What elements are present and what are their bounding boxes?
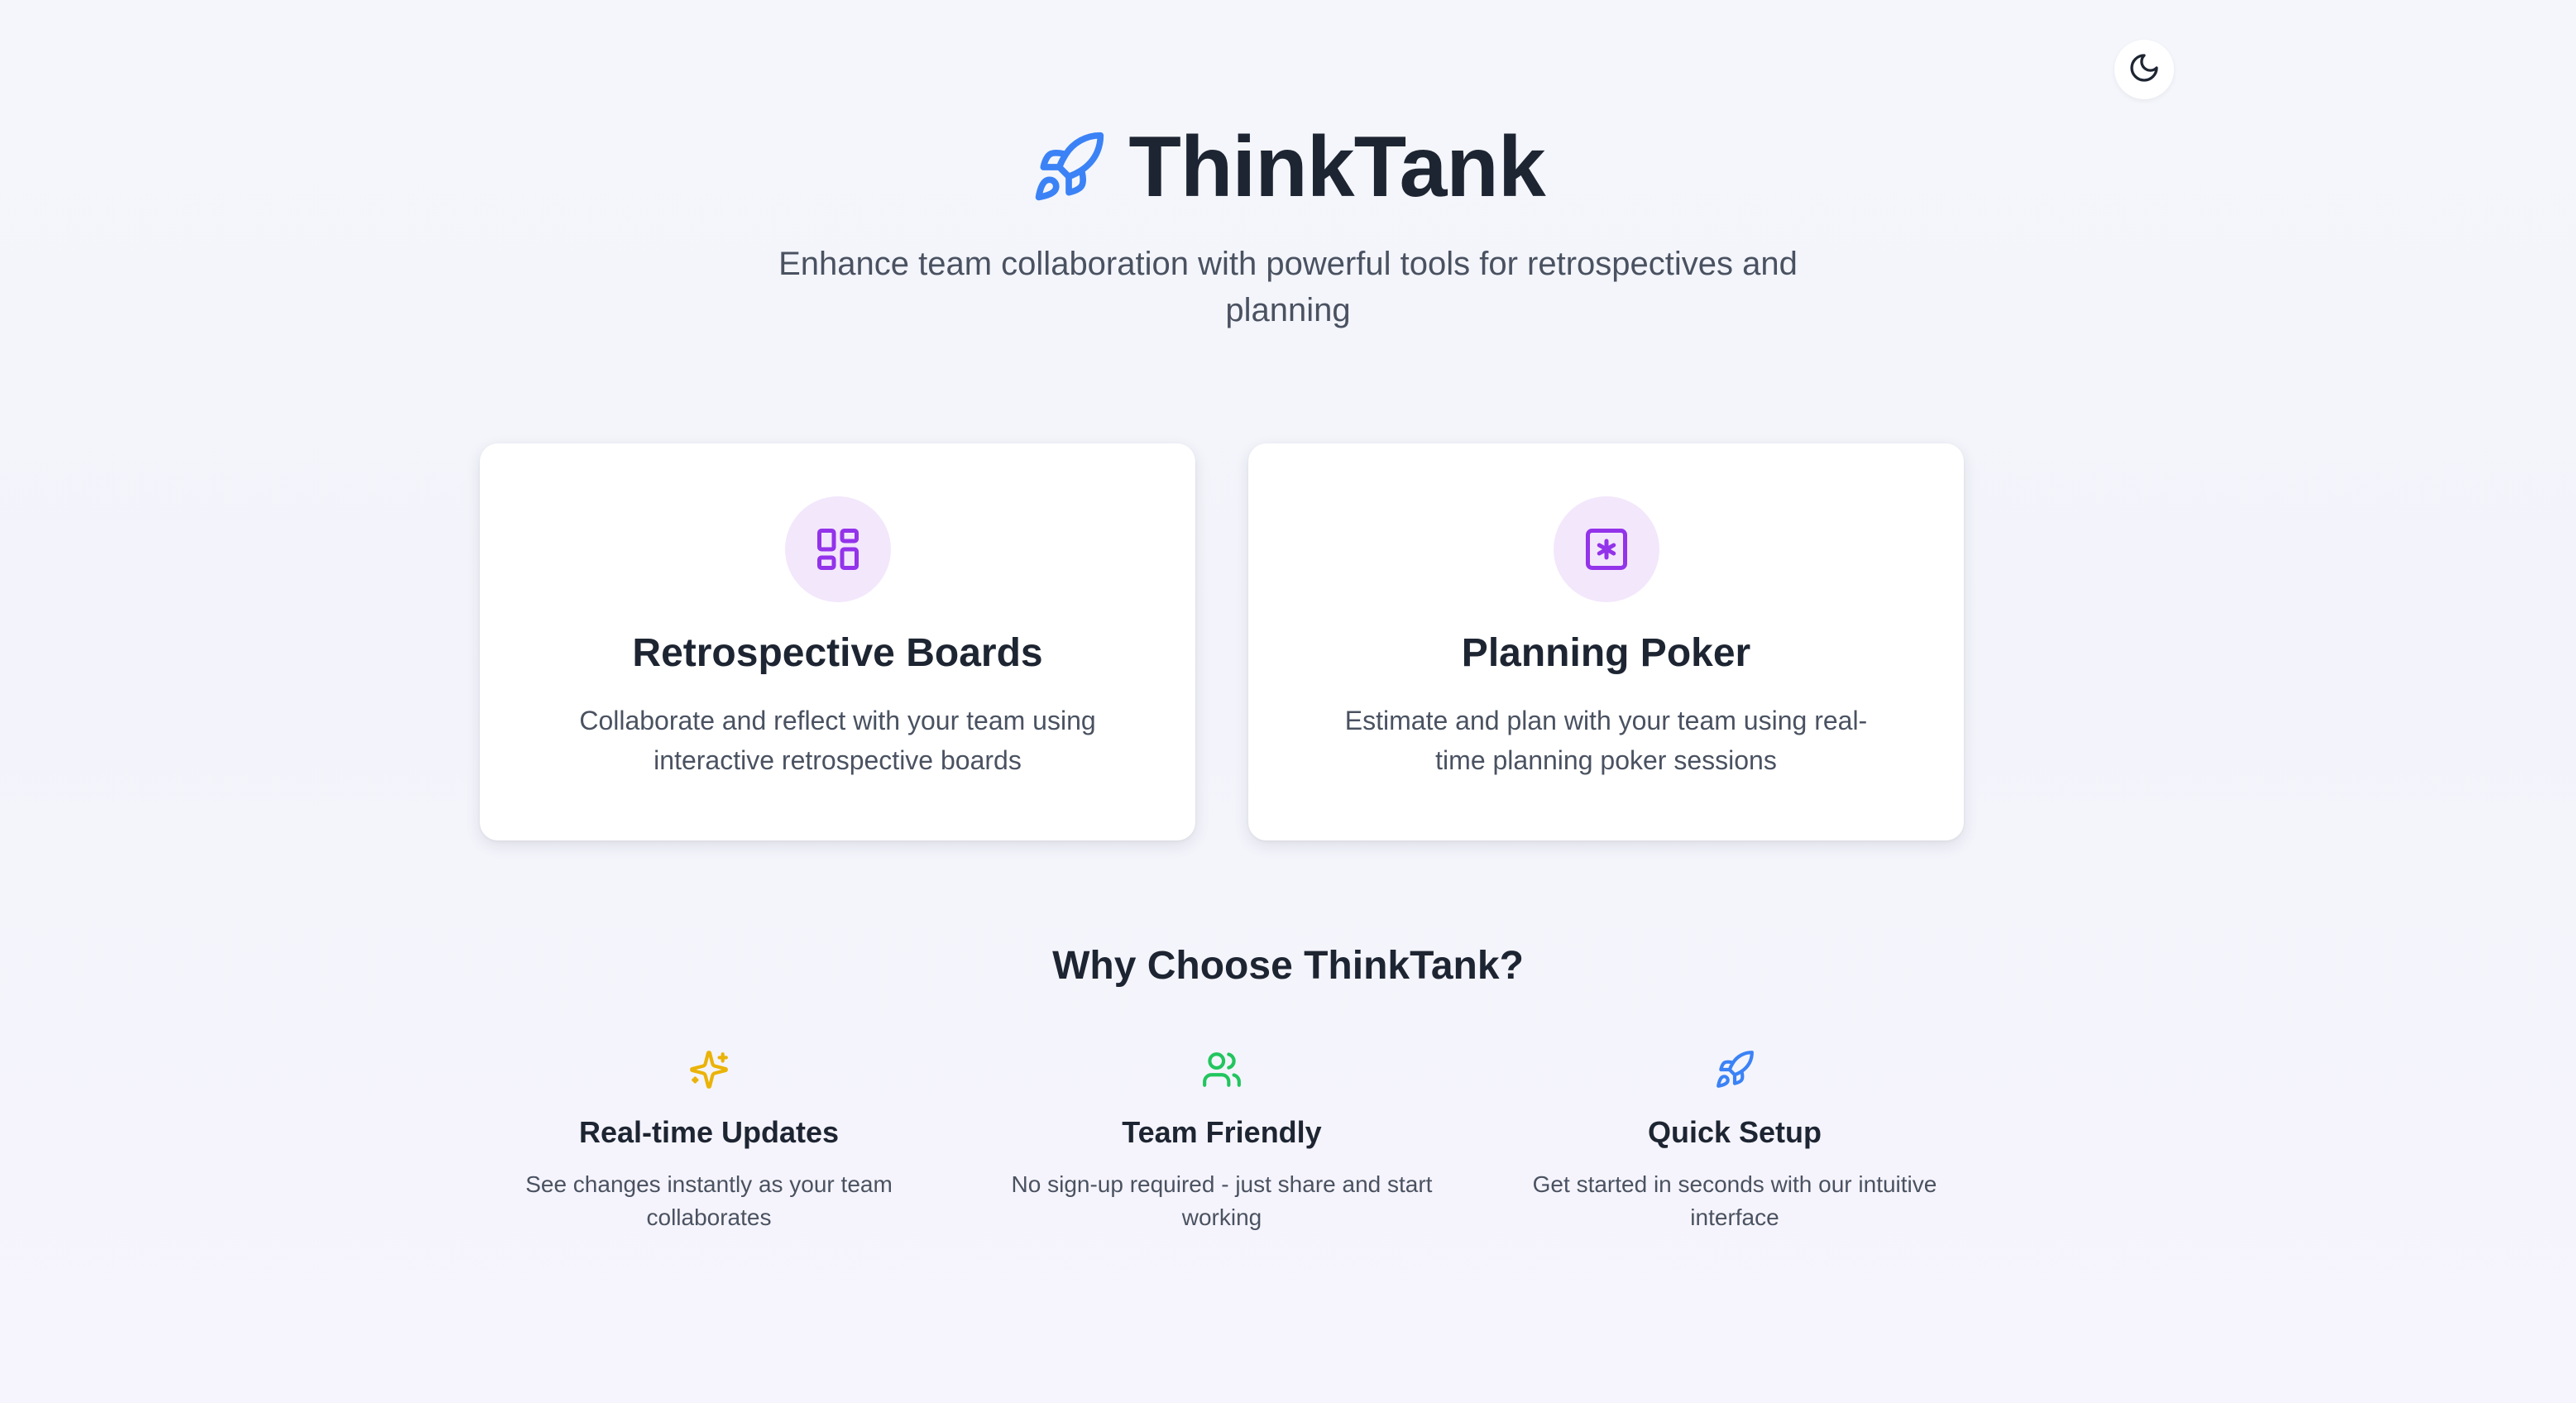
asterisk-square-icon [1553,496,1659,602]
tagline: Enhance team collaboration with powerful… [778,245,1798,328]
why-section: Why Choose ThinkTank? [0,943,2576,989]
hero-section: ThinkTank Enhance team collaboration wit… [0,116,2576,333]
rocket-icon [1031,129,1107,205]
feature-title: Real-time Updates [578,1115,840,1149]
feature-item: Quick Setup Get started in seconds with … [1503,1049,1966,1234]
planning-poker-card[interactable]: Planning Poker Estimate and plan with yo… [1248,443,1964,840]
users-icon [990,1049,1453,1090]
feature-title: Team Friendly [1122,1115,1322,1149]
grid-layout-icon [784,496,891,602]
rocket-icon [1503,1049,1966,1090]
feature-description: Get started in seconds with our intuitiv… [1532,1171,1937,1230]
section-heading: Why Choose ThinkTank? [1052,944,1524,988]
card-title: Retrospective Boards [632,631,1043,675]
sparkles-icon [477,1049,941,1090]
card-description: Estimate and plan with your team using r… [1344,706,1868,775]
feature-description: No sign-up required - just share and sta… [1011,1171,1433,1230]
feature-item: Real-time Updates See changes instantly … [477,1049,941,1234]
feature-title: Quick Setup [1647,1115,1822,1149]
card-description: Collaborate and reflect with your team u… [579,706,1096,775]
feature-item: Team Friendly No sign-up required - just… [990,1049,1453,1234]
moon-icon [2128,51,2161,89]
card-title: Planning Poker [1461,631,1751,675]
brand: ThinkTank [1031,116,1546,219]
retrospective-boards-card[interactable]: Retrospective Boards Collaborate and ref… [480,443,1195,840]
app-title: ThinkTank [1128,119,1545,215]
feature-description: See changes instantly as your team colla… [525,1171,893,1230]
theme-toggle-button[interactable] [2114,40,2174,99]
tool-cards: Retrospective Boards Collaborate and ref… [480,443,1964,840]
